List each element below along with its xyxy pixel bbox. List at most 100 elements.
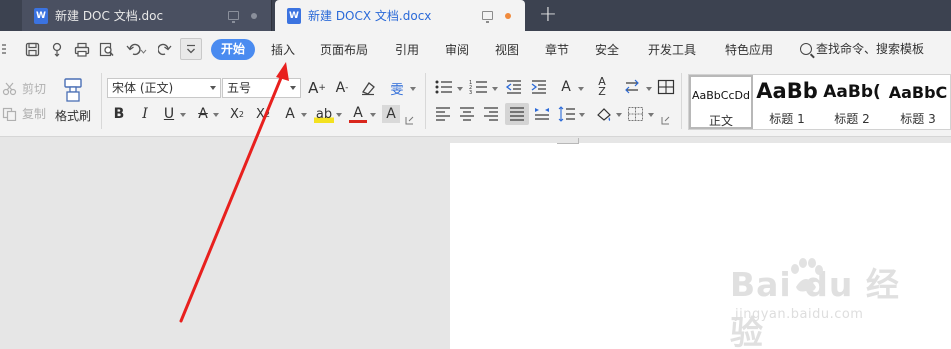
menu-tab-view[interactable]: 视图 (495, 41, 519, 58)
font-color-icon[interactable]: A (349, 105, 367, 123)
print-preview-icon[interactable] (98, 40, 116, 58)
borders-icon[interactable] (626, 105, 646, 123)
chevron-down-icon[interactable] (213, 113, 219, 117)
close-dot-icon[interactable] (251, 12, 257, 19)
style-sample: AaBb( (823, 82, 881, 102)
style-sample: AaBb (756, 79, 818, 103)
menu-tab-references[interactable]: 引用 (395, 41, 419, 58)
monitor-icon[interactable] (228, 11, 239, 23)
chevron-down-icon[interactable] (578, 87, 584, 91)
font-name-value: 宋体 (正文) (112, 81, 174, 95)
chevron-down-icon[interactable] (492, 87, 498, 91)
align-left-icon[interactable] (433, 105, 453, 123)
chevron-down-icon[interactable] (646, 87, 652, 91)
sort-icon[interactable]: AZ (592, 76, 612, 97)
chevron-down-icon[interactable] (579, 113, 585, 117)
superscript-icon[interactable]: X2 (227, 105, 247, 123)
chevron-down-icon[interactable] (336, 113, 342, 117)
menu-tab-review[interactable]: 审阅 (445, 41, 469, 58)
style-sample: AaBbCcDd (692, 89, 750, 102)
style-heading-1[interactable]: AaBb 标题 1 (755, 75, 819, 129)
format-painter-icon[interactable] (60, 77, 86, 103)
chevron-down-icon[interactable] (301, 113, 307, 117)
print-icon[interactable] (73, 40, 91, 58)
numbered-list-icon[interactable]: 123 (468, 78, 490, 96)
format-painter-button[interactable]: 格式刷 (55, 107, 91, 124)
word-doc-icon: W (34, 7, 48, 24)
word-doc-icon: W (287, 7, 301, 24)
document-tab-doc[interactable]: W 新建 DOC 文档.doc (22, 0, 272, 31)
margin-corner-mark (557, 138, 579, 149)
text-direction-icon[interactable]: A (555, 77, 577, 97)
style-normal[interactable]: AaBbCcDd 正文 (689, 75, 753, 129)
style-name: 标题 1 (769, 112, 805, 126)
style-sample: AaBbC (888, 83, 948, 102)
home-ribbon: 剪切 复制 格式刷 宋体 (正文) 五号 A + A- 雯 B I U A X … (0, 67, 951, 137)
decrease-indent-icon[interactable] (504, 78, 524, 96)
style-name: 标题 2 (834, 112, 870, 126)
customize-toolbar-dropdown-icon[interactable] (180, 38, 202, 60)
title-tab-bar: W 新建 DOC 文档.doc W 新建 DOCX 文档.docx + (0, 0, 951, 31)
bullet-list-icon[interactable] (433, 78, 455, 96)
chevron-down-icon[interactable] (180, 113, 186, 117)
line-spacing-icon[interactable] (557, 105, 577, 123)
char-shading-icon[interactable]: A (382, 105, 400, 123)
menu-tab-developer[interactable]: 开发工具 (648, 41, 696, 58)
increase-indent-icon[interactable] (529, 78, 549, 96)
distributed-align-icon[interactable] (532, 105, 552, 123)
table-grid-icon[interactable] (656, 78, 676, 96)
chevron-down-icon[interactable] (648, 113, 654, 117)
chevron-down-icon[interactable] (370, 113, 376, 117)
export-icon[interactable] (49, 40, 67, 58)
font-name-select[interactable]: 宋体 (正文) (107, 78, 221, 98)
paragraph-dialog-launcher-icon[interactable] (660, 115, 670, 125)
copy-icon (2, 107, 17, 121)
cut-label: 剪切 (22, 82, 47, 96)
subscript-icon[interactable]: X2 (253, 105, 273, 123)
menu-tab-special[interactable]: 特色应用 (725, 41, 773, 58)
copy-button[interactable]: 复制 (2, 105, 46, 122)
italic-icon[interactable]: I (136, 105, 154, 123)
cut-button[interactable]: 剪切 (2, 80, 46, 97)
align-center-icon[interactable] (457, 105, 477, 123)
watermark-url: jingyan.baidu.com (735, 307, 864, 322)
menu-tab-insert[interactable]: 插入 (271, 41, 295, 58)
menu-tab-start[interactable]: 开始 (211, 39, 255, 60)
align-right-icon[interactable] (481, 105, 501, 123)
menu-grip-icon[interactable] (0, 40, 8, 58)
monitor-icon[interactable] (482, 11, 493, 23)
clear-format-icon[interactable] (358, 79, 378, 97)
command-search-label: 查找命令、搜索模板 (816, 42, 925, 56)
menu-tab-page-layout[interactable]: 页面布局 (320, 41, 368, 58)
menu-tab-security[interactable]: 安全 (595, 41, 619, 58)
bold-icon[interactable]: B (110, 105, 128, 123)
unsaved-dot-icon[interactable] (505, 12, 511, 19)
justify-icon[interactable] (505, 103, 529, 125)
chevron-down-icon[interactable] (410, 87, 416, 91)
shrink-font-icon[interactable]: A- (332, 78, 352, 98)
menu-tab-section[interactable]: 章节 (545, 41, 569, 58)
style-name: 标题 3 (900, 112, 936, 126)
redo-icon[interactable] (156, 40, 174, 58)
grow-font-icon[interactable]: A + (307, 78, 327, 98)
command-search[interactable]: 查找命令、搜索模板 (800, 40, 924, 57)
undo-icon[interactable] (124, 40, 148, 58)
text-effect-icon[interactable]: A (281, 105, 299, 123)
save-icon[interactable] (23, 40, 41, 58)
font-dialog-launcher-icon[interactable] (404, 115, 414, 125)
style-heading-3[interactable]: AaBbC 标题 3 (885, 75, 951, 129)
chevron-down-icon[interactable] (457, 87, 463, 91)
strikethrough-icon[interactable]: A (193, 105, 213, 123)
style-heading-2[interactable]: AaBb( 标题 2 (820, 75, 884, 129)
underline-icon[interactable]: U (160, 105, 178, 123)
paragraph-marks-icon[interactable] (623, 78, 645, 96)
tab-title: 新建 DOCX 文档.docx (308, 9, 432, 23)
highlight-icon[interactable]: ab (314, 105, 334, 123)
phonetic-guide-icon[interactable]: 雯 (386, 78, 408, 98)
shading-icon[interactable] (594, 105, 614, 123)
new-tab-button[interactable]: + (538, 3, 558, 27)
font-size-select[interactable]: 五号 (222, 78, 301, 98)
document-tab-docx[interactable]: W 新建 DOCX 文档.docx (275, 0, 525, 31)
chevron-down-icon[interactable] (616, 113, 622, 117)
search-icon (800, 42, 812, 55)
